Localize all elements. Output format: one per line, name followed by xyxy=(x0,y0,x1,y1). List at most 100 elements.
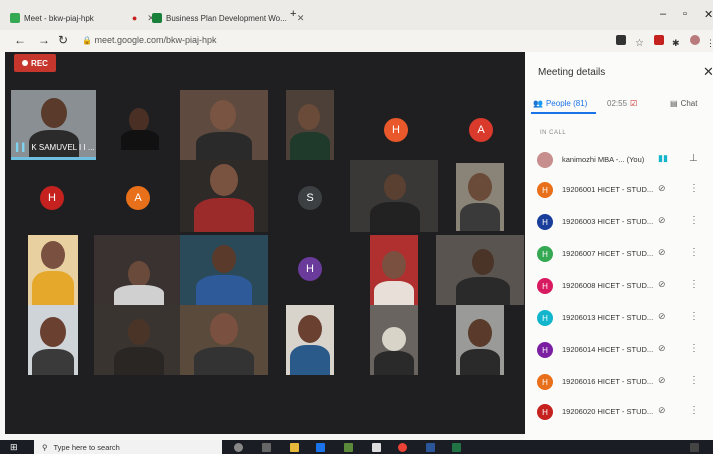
mic-off-icon: ⊘ xyxy=(658,247,666,257)
spotlight-name: K SAMUVEL I I ... xyxy=(31,143,95,152)
participant-avatar[interactable]: H xyxy=(384,118,408,142)
tab-meet[interactable]: Meet - bkw-piaj-hpk ● ✕ xyxy=(10,6,155,30)
recording-indicator-icon: ● xyxy=(131,13,138,23)
participant-video-tile[interactable] xyxy=(94,305,182,375)
more-options-icon[interactable]: ⋮ xyxy=(689,279,699,290)
tab-activities[interactable]: 02:55 ☑ xyxy=(607,99,637,108)
rec-label: REC xyxy=(31,58,48,68)
reload-icon[interactable]: ↻ xyxy=(58,33,68,47)
menu-dots-icon[interactable]: ⋮ xyxy=(706,35,713,48)
participant-video-tile[interactable] xyxy=(180,160,268,232)
url-field[interactable]: 🔒 meet.google.com/bkw-piaj-hpk xyxy=(82,35,217,45)
more-options-icon[interactable]: ⋮ xyxy=(689,215,699,226)
recording-badge: REC xyxy=(14,54,56,72)
participant-avatar[interactable]: A xyxy=(469,118,493,142)
participant-avatar: H xyxy=(537,246,553,262)
search-placeholder: Type here to search xyxy=(53,442,120,452)
cortana-icon[interactable] xyxy=(234,443,243,452)
more-options-icon[interactable]: ⋮ xyxy=(689,405,699,416)
forward-arrow-icon[interactable]: → xyxy=(38,33,50,47)
more-options-icon[interactable]: ⋮ xyxy=(689,375,699,386)
participant-video-tile[interactable] xyxy=(28,235,78,305)
participant-row[interactable]: H 19206001 HICET - STUD... ⊘ ⋮ xyxy=(533,180,713,200)
extension-shield-icon[interactable] xyxy=(654,35,664,45)
participant-row[interactable]: H 19206016 HICET - STUD... ⊘ ⋮ xyxy=(533,372,713,392)
extensions-puzzle-icon[interactable]: ✱ xyxy=(672,35,682,48)
notifications-icon[interactable] xyxy=(690,443,699,452)
more-options-icon[interactable]: ⋮ xyxy=(689,311,699,322)
participant-video-tile[interactable] xyxy=(370,235,418,305)
participant-video-tile[interactable] xyxy=(286,90,334,160)
tab-people[interactable]: 👥 People (81) xyxy=(533,99,587,108)
participant-video-tile[interactable] xyxy=(456,305,504,375)
participant-video-tile[interactable] xyxy=(456,163,504,231)
tab-business-plan-title: Business Plan Development Wo... xyxy=(166,13,287,23)
record-dot-icon xyxy=(22,60,29,66)
participant-row[interactable]: kanimozhi MBA -... (You) ▮▮ ⊥ xyxy=(533,150,713,170)
participant-video-tile[interactable] xyxy=(94,235,182,305)
participant-video-tile[interactable] xyxy=(370,305,418,375)
mic-off-icon: ⊘ xyxy=(658,375,666,385)
search-icon: ⚲ xyxy=(42,442,48,452)
taskbar-search-box[interactable]: ⚲ Type here to search xyxy=(34,440,222,454)
participant-video-tile[interactable] xyxy=(286,305,334,375)
star-icon[interactable]: ☆ xyxy=(635,35,645,49)
checkbox-icon: ☑ xyxy=(630,99,638,108)
back-arrow-icon[interactable]: ← xyxy=(14,33,26,47)
tab-chat[interactable]: ▤ Chat xyxy=(670,99,697,108)
participant-video-tile[interactable] xyxy=(436,235,524,305)
participant-row[interactable]: H 19206013 HICET - STUD... ⊘ ⋮ xyxy=(533,308,713,328)
more-options-icon[interactable]: ⋮ xyxy=(689,343,699,354)
participant-avatar: H xyxy=(537,214,553,230)
participant-avatar[interactable]: H xyxy=(298,257,322,281)
excel-icon[interactable] xyxy=(452,443,461,452)
participant-avatar[interactable]: S xyxy=(298,186,322,210)
file-explorer-icon[interactable] xyxy=(290,443,299,452)
mic-off-icon: ⊘ xyxy=(658,343,666,353)
participant-row[interactable]: H 19206020 HICET - STUD... ⊘ ⋮ xyxy=(533,402,713,422)
more-options-icon[interactable]: ⋮ xyxy=(689,183,699,194)
participant-avatar[interactable]: H xyxy=(40,186,64,210)
task-view-icon[interactable] xyxy=(262,443,271,452)
edge-icon[interactable] xyxy=(316,443,325,452)
audio-wave-icon: ▍▍ xyxy=(16,143,29,152)
pin-icon[interactable]: ⊥ xyxy=(689,153,698,164)
minimize-icon[interactable]: – xyxy=(660,8,666,20)
participant-row[interactable]: H 19206007 HICET - STUD... ⊘ ⋮ xyxy=(533,244,713,264)
sheets-icon xyxy=(152,13,162,23)
close-window-icon[interactable]: ✕ xyxy=(704,8,713,21)
url-text: meet.google.com/bkw-piaj-hpk xyxy=(94,35,217,45)
windows-start-icon[interactable]: ⊞ xyxy=(10,442,18,453)
participant-video-tile[interactable] xyxy=(28,305,78,375)
participant-row[interactable]: H 19206003 HICET - STUD... ⊘ ⋮ xyxy=(533,212,713,232)
people-icon: 👥 xyxy=(533,99,543,108)
close-icon[interactable]: ✕ xyxy=(297,13,305,24)
participant-avatar: H xyxy=(537,182,553,198)
participant-video-tile[interactable] xyxy=(180,305,268,375)
panel-title: Meeting details xyxy=(538,67,606,78)
maximize-icon[interactable]: ▫ xyxy=(683,8,687,20)
participant-row[interactable]: H 19206014 HICET - STUD... ⊘ ⋮ xyxy=(533,340,713,360)
camera-icon[interactable] xyxy=(616,35,626,45)
participant-avatar xyxy=(537,152,553,168)
participant-avatar: H xyxy=(537,342,553,358)
close-icon[interactable]: ✕ xyxy=(703,64,713,80)
mail-icon[interactable] xyxy=(372,443,381,452)
new-tab-button[interactable]: + xyxy=(290,8,296,20)
lock-icon: 🔒 xyxy=(82,36,92,45)
mic-off-icon: ⊘ xyxy=(658,215,666,225)
participant-video-tile[interactable] xyxy=(115,100,165,150)
store-icon[interactable] xyxy=(344,443,353,452)
mic-off-icon: ⊘ xyxy=(658,405,666,415)
participant-row[interactable]: H 19206008 HICET - STUD... ⊘ ⋮ xyxy=(533,276,713,296)
participant-video-tile[interactable] xyxy=(180,235,268,305)
chrome-icon[interactable] xyxy=(398,443,407,452)
tab-business-plan[interactable]: Business Plan Development Wo... ✕ xyxy=(152,6,304,30)
participant-avatar: H xyxy=(537,310,553,326)
participant-video-tile[interactable] xyxy=(350,160,438,232)
profile-avatar[interactable] xyxy=(690,35,700,45)
more-options-icon[interactable]: ⋮ xyxy=(689,247,699,258)
word-icon[interactable] xyxy=(426,443,435,452)
participant-video-tile[interactable] xyxy=(180,90,268,160)
participant-avatar[interactable]: A xyxy=(126,186,150,210)
